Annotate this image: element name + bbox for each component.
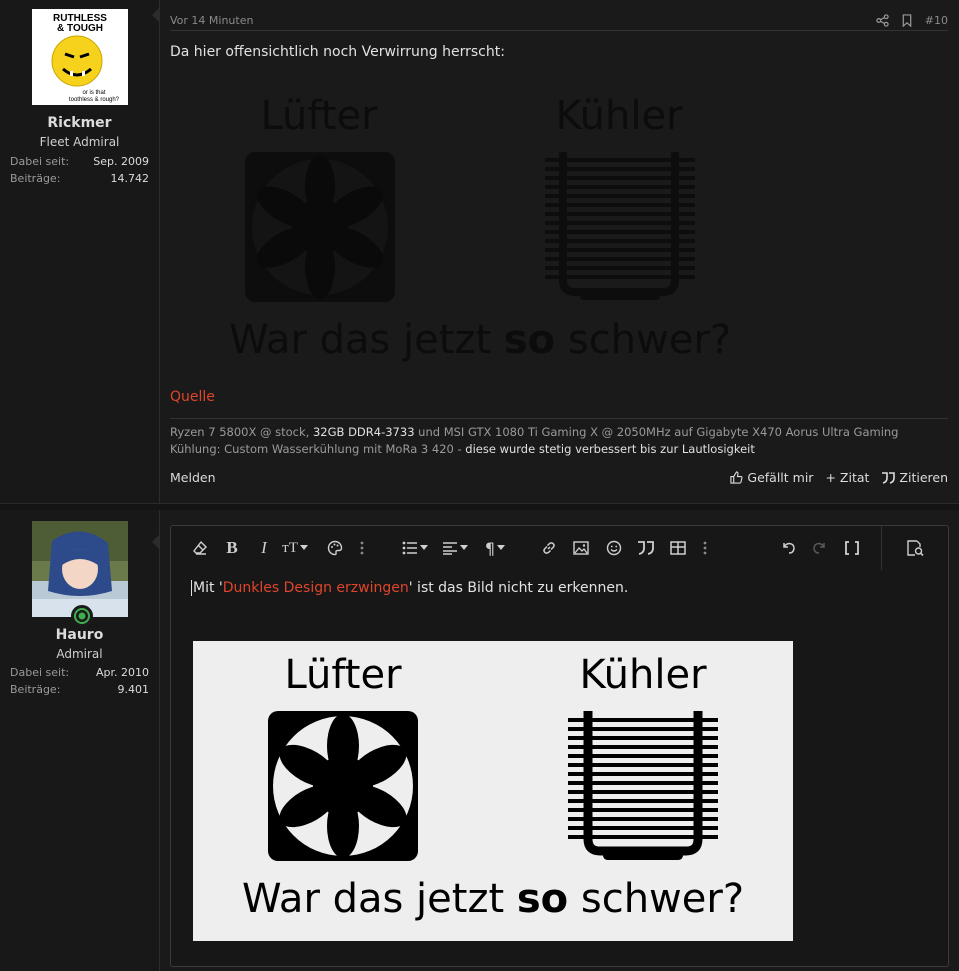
italic-icon[interactable]: I [253,533,275,563]
image-caption: War das jetzt so schwer? [242,876,744,922]
editor-content-text[interactable]: Mit 'Dunkles Design erzwingen' ist das B… [191,580,628,596]
text-cursor [191,580,192,596]
dark-mode-link[interactable]: Dunkles Design erzwingen [223,580,409,596]
avatar[interactable]: RUTHLESS & TOUGH or is that toothless & … [32,9,128,105]
username[interactable]: Hauro [0,627,159,643]
plus-icon: + [825,470,836,485]
more-vertical-icon[interactable] [698,533,712,563]
text-size-icon[interactable]: тT [279,533,311,563]
quote-label: Zitieren [899,470,948,485]
signature-line-1: Ryzen 7 5800X @ stock, 32GB DDR4-3733 un… [170,425,899,439]
post-text: Da hier offensichtlich noch Verwirrung h… [170,44,505,60]
avatar-image: RUTHLESS & TOUGH or is that toothless & … [32,9,128,105]
link-icon[interactable] [538,533,560,563]
bold-icon[interactable]: B [221,533,243,563]
source-link[interactable]: Quelle [170,389,215,405]
user-info: Hauro Admiral Dabei seit: Apr. 2010 Beit… [0,510,160,971]
signature: Ryzen 7 5800X @ stock, 32GB DDR4-3733 un… [170,418,948,458]
image-caption: War das jetzt so schwer? [229,317,731,363]
username[interactable]: Rickmer [0,115,159,131]
image-label-fan: Lüfter [284,652,402,698]
stat-label: Beiträge: [10,683,61,696]
emoji-icon[interactable] [603,533,625,563]
stat-value: 14.742 [110,172,150,185]
avatar-image [32,521,128,617]
cooler-icon [545,152,695,300]
avatar-text-2: & TOUGH [57,23,103,34]
preview-icon[interactable] [881,526,948,570]
image-label-cooler: Kühler [579,652,707,698]
stat-value: 9.401 [117,683,150,696]
stat-posts: Beiträge: 9.401 [10,683,149,696]
stat-label: Dabei seit: [10,666,70,679]
redo-icon [809,533,831,563]
embedded-image[interactable]: Lüfter Kühler War das jetzt so schwer? [193,641,793,941]
avatar-text-4: toothless & rough? [69,97,120,103]
post-meta: Vor 14 Minuten #10 [170,10,948,31]
post-image-dark[interactable]: Lüfter Kühler War das jetzt so schwer? [200,80,760,380]
bookmark-icon[interactable] [901,13,913,27]
thumbs-up-icon [730,471,743,484]
online-status-icon [71,605,93,627]
image-label-cooler: Kühler [555,93,683,139]
share-icon[interactable] [876,13,889,27]
quote-button[interactable]: Zitieren [881,470,948,485]
add-quote-button[interactable]: + Zitat [825,470,869,485]
quote-icon [882,471,896,484]
align-icon[interactable] [439,533,471,563]
like-label: Gefällt mir [747,470,814,485]
list-icon[interactable] [399,533,431,563]
signature-line-2: Kühlung: Custom Wasserkühlung mit MoRa 3… [170,442,755,456]
palette-icon[interactable] [324,533,346,563]
user-info: RUTHLESS & TOUGH or is that toothless & … [0,0,160,503]
undo-icon[interactable] [777,533,799,563]
post-main: Vor 14 Minuten #10 Da hier offensichtlic… [160,0,959,503]
user-title: Fleet Admiral [39,135,120,149]
post-arrow [152,535,159,549]
post-number[interactable]: #10 [925,14,948,27]
post-arrow [152,8,159,22]
post-time[interactable]: Vor 14 Minuten [170,14,253,27]
add-quote-label: Zitat [839,470,870,485]
image-label-fan: Lüfter [260,93,378,139]
editor-toolbar: B I тT ¶ [171,526,948,570]
image-icon[interactable] [570,533,592,563]
stat-value: Apr. 2010 [95,666,149,679]
signature-link-cooling[interactable]: diese wurde stetig verbessert bis zur La… [465,442,755,456]
clear-format-icon[interactable] [189,533,211,563]
stat-value: Sep. 2009 [93,155,149,168]
report-button[interactable]: Melden [170,470,216,485]
rich-text-editor[interactable]: B I тT ¶ Mit 'Dunkles Design erzwingen' … [170,525,949,967]
stat-joined: Dabei seit: Apr. 2010 [10,666,149,679]
reply-main: B I тT ¶ Mit 'Dunkles Design erzwingen' … [160,510,959,971]
like-button[interactable]: Gefällt mir [730,470,813,485]
reply-form: Hauro Admiral Dabei seit: Apr. 2010 Beit… [0,510,959,971]
signature-link-ram[interactable]: 32GB DDR4-3733 [313,425,415,439]
fan-icon [245,152,395,302]
stat-posts: Beiträge: 14.742 [10,172,149,185]
stat-label: Dabei seit: [10,155,70,168]
post-10: RUTHLESS & TOUGH or is that toothless & … [0,0,959,503]
quote-icon[interactable] [635,533,657,563]
stat-joined: Dabei seit: Sep. 2009 [10,155,149,168]
user-title: Admiral [56,647,103,661]
stat-label: Beiträge: [10,172,61,185]
more-vertical-icon[interactable] [355,533,369,563]
table-icon[interactable] [667,533,689,563]
fan-icon [268,711,418,861]
avatar-text-3: or is that [82,90,105,96]
avatar[interactable] [32,521,128,617]
bbcode-toggle-icon[interactable] [841,533,863,563]
post-actions: Melden Gefällt mir + Zitat Zitieren [170,470,948,485]
paragraph-icon[interactable]: ¶ [479,533,511,563]
